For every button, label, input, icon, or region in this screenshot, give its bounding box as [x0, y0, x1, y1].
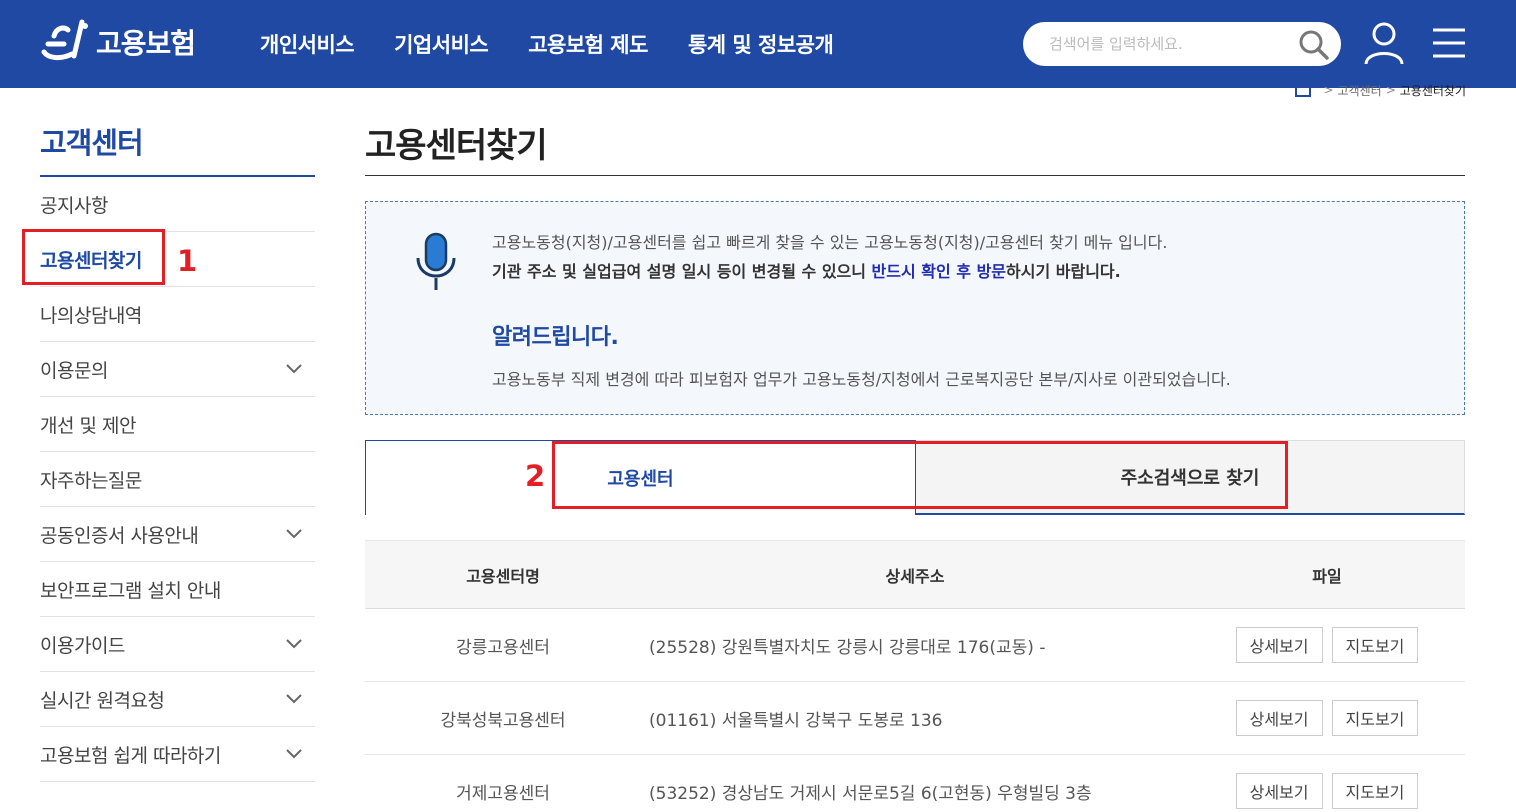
sidebar-item-label: 개선 및 제안 [40, 414, 136, 437]
sidebar-item[interactable]: 이용문의 [40, 342, 315, 397]
detail-view-button[interactable]: 상세보기 [1235, 773, 1323, 809]
nav-insurance-system[interactable]: 고용보험 제도 [528, 29, 648, 59]
breadcrumb-separator: > [1385, 83, 1396, 97]
map-view-button[interactable]: 지도보기 [1331, 627, 1419, 663]
notice-text-2-prefix: 기관 주소 및 실업급여 설명 일시 등이 변경될 수 있으니 [492, 262, 872, 281]
notice-text-3: 고용노동부 직제 변경에 따라 피보험자 업무가 고용노동청/지청에서 근로복지… [492, 370, 1231, 389]
map-view-button[interactable]: 지도보기 [1331, 773, 1419, 809]
search-box [1023, 22, 1341, 66]
notice-subtitle: 알려드립니다. [492, 325, 619, 350]
annotation-label-1: 1 [177, 244, 198, 278]
sidebar-item-label: 공지사항 [40, 194, 108, 217]
center-address: (25528) 강원특별자치도 강릉시 강릉대로 176(교동) - [649, 637, 1046, 658]
table-header: 고용센터명 상세주소 파일 [365, 540, 1465, 609]
nav-business-service[interactable]: 기업서비스 [394, 29, 489, 59]
detail-view-button[interactable]: 상세보기 [1235, 627, 1323, 663]
map-view-button[interactable]: 지도보기 [1331, 700, 1419, 736]
main-content: 고용센터찾기 고용노동청(지청)/고용센터를 쉽고 빠르게 찾을 수 있는 고용… [365, 118, 1465, 809]
sidebar-item[interactable]: 보안프로그램 설치 안내 [40, 562, 315, 617]
breadcrumb-current: 고용센터찾기 [1399, 83, 1466, 98]
chevron-down-icon[interactable] [285, 638, 303, 650]
search-input[interactable] [1049, 32, 1299, 56]
detail-view-button[interactable]: 상세보기 [1235, 700, 1323, 736]
sidebar-item-label: 공동인증서 사용안내 [40, 524, 199, 547]
chevron-down-icon[interactable] [285, 693, 303, 705]
annotation-label-2: 2 [525, 459, 546, 493]
sidebar-item-label: 나의상담내역 [40, 304, 142, 327]
main-nav: 개인서비스 기업서비스 고용보험 제도 통계 및 정보공개 [260, 0, 873, 88]
sidebar-item[interactable]: 공동인증서 사용안내 [40, 507, 315, 562]
sidebar-item-label: 실시간 원격요청 [40, 689, 165, 712]
highlight-box-1 [22, 229, 165, 285]
center-name: 강릉고용센터 [456, 637, 550, 658]
file-cell: 상세보기 지도보기 [1189, 773, 1465, 809]
table-row: 강북성북고용센터 (01161) 서울특별시 강북구 도봉로 136 상세보기 지도보… [365, 682, 1465, 755]
sidebar-item[interactable]: 실시간 원격요청 [40, 672, 315, 727]
file-cell: 상세보기 지도보기 [1189, 700, 1465, 736]
microphone-icon [416, 232, 456, 290]
notice-box: 고용노동청(지청)/고용센터를 쉽고 빠르게 찾을 수 있는 고용노동청(지청)… [365, 201, 1465, 415]
chevron-down-icon[interactable] [285, 363, 303, 375]
site-header: 고용보험 개인서비스 기업서비스 고용보험 제도 통계 및 정보공개 [0, 0, 1516, 88]
home-icon[interactable] [1295, 83, 1312, 97]
breadcrumb-item[interactable]: 고객센터 [1338, 82, 1382, 99]
sidebar-item[interactable]: 개선 및 제안 [40, 397, 315, 452]
sidebar-item-label: 보안프로그램 설치 안내 [40, 579, 221, 602]
logo-text: 고용보험 [96, 27, 196, 60]
notice-text-1: 고용노동청(지청)/고용센터를 쉽고 빠르게 찾을 수 있는 고용노동청(지청)… [492, 233, 1168, 252]
sidebar-item-label: 이용문의 [40, 359, 108, 382]
sidebar-item-label: 자주하는질문 [40, 469, 142, 492]
column-header-file: 파일 [1312, 566, 1342, 586]
logo-icon [41, 19, 88, 61]
chevron-down-icon[interactable] [285, 748, 303, 760]
center-table: 고용센터명 상세주소 파일 강릉고용센터 (25528) 강원특별자치도 강릉시 … [365, 540, 1465, 812]
sidebar-item[interactable]: 자주하는질문 [40, 452, 315, 507]
breadcrumb-separator: > [1323, 83, 1334, 97]
nav-statistics[interactable]: 통계 및 정보공개 [688, 29, 834, 59]
user-icon[interactable] [1362, 20, 1406, 68]
sidebar-item[interactable]: 이용가이드 [40, 617, 315, 672]
sidebar-item-label: 고용보험 쉽게 따라하기 [40, 744, 221, 767]
menu-icon[interactable] [1430, 24, 1468, 62]
table-body: 강릉고용센터 (25528) 강원특별자치도 강릉시 강릉대로 176(교동) -… [365, 609, 1465, 812]
column-header-address: 상세주소 [885, 566, 945, 586]
sidebar-item-label: 이용가이드 [40, 634, 125, 657]
chevron-down-icon[interactable] [285, 528, 303, 540]
center-name: 거제고용센터 [456, 783, 550, 804]
column-header-name: 고용센터명 [466, 566, 540, 586]
highlight-box-2 [552, 441, 1288, 509]
notice-text-2: 기관 주소 및 실업급여 설명 일시 등이 변경될 수 있으니 반드시 확인 후… [492, 258, 1121, 282]
sidebar: 고객센터 공지사항 고용센터찾기 나의상담내역 이용문의 개선 및 제안 자주하는질문 공동… [40, 120, 315, 782]
center-address: (01161) 서울특별시 강북구 도봉로 136 [649, 710, 943, 731]
nav-personal-service[interactable]: 개인서비스 [260, 29, 355, 59]
sidebar-item[interactable]: 고용보험 쉽게 따라하기 [40, 727, 315, 782]
site-logo[interactable]: 고용보험 [38, 18, 196, 66]
notice-emphasis: 반드시 확인 후 방문 [871, 262, 1007, 281]
sidebar-item[interactable]: 나의상담내역 [40, 287, 315, 342]
center-address: (53252) 경상남도 거제시 서문로5길 6(고현동) 우형빌딩 3층 [649, 783, 1092, 804]
notice-text-2-suffix: 하시기 바랍니다. [1006, 262, 1121, 281]
table-row: 거제고용센터 (53252) 경상남도 거제시 서문로5길 6(고현동) 우형빌딩… [365, 755, 1465, 812]
center-name: 강북성북고용센터 [440, 710, 566, 731]
table-row: 강릉고용센터 (25528) 강원특별자치도 강릉시 강릉대로 176(교동) -… [365, 609, 1465, 682]
sidebar-item[interactable]: 공지사항 [40, 177, 315, 232]
sidebar-title: 고객센터 [40, 120, 315, 177]
file-cell: 상세보기 지도보기 [1189, 627, 1465, 663]
page-title: 고용센터찾기 [365, 118, 1465, 176]
breadcrumb: > 고객센터 > 고용센터찾기 [1295, 80, 1466, 100]
search-icon[interactable] [1297, 28, 1331, 62]
